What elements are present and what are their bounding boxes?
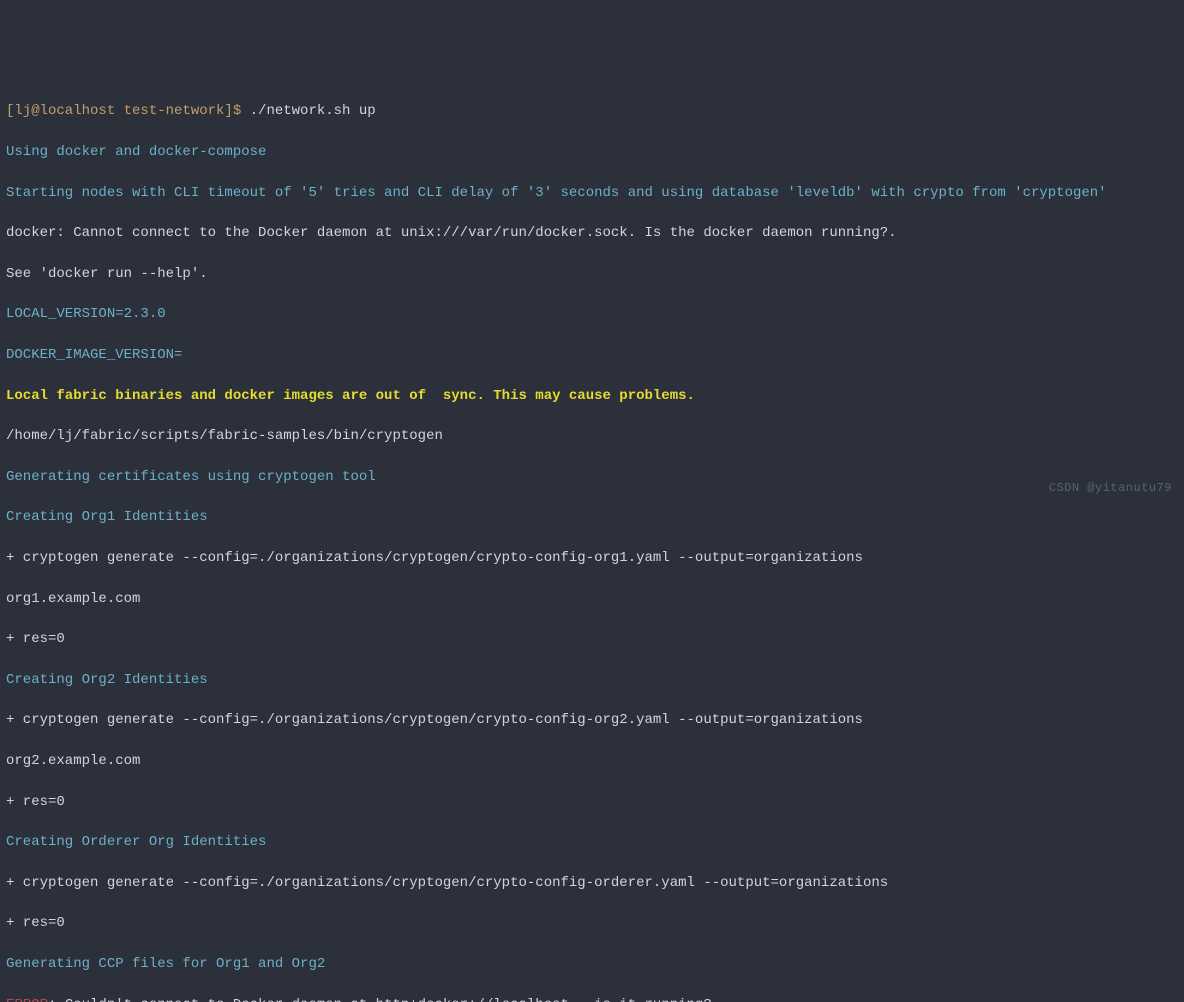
output-line: org1.example.com (6, 589, 1178, 609)
output-line: + res=0 (6, 629, 1178, 649)
output-line: + res=0 (6, 792, 1178, 812)
output-line: Starting nodes with CLI timeout of '5' t… (6, 183, 1178, 203)
error-line: ERROR: Couldn't connect to Docker daemon… (6, 995, 1178, 1002)
terminal-output[interactable]: [lj@localhost test-network]$ ./network.s… (6, 81, 1178, 1002)
output-line: See 'docker run --help'. (6, 264, 1178, 284)
output-line: + cryptogen generate --config=./organiza… (6, 548, 1178, 568)
output-line: Creating Org1 Identities (6, 507, 1178, 527)
command: ./network.sh up (250, 103, 376, 119)
error-text: : Couldn't connect to Docker daemon at h… (48, 997, 712, 1002)
watermark: CSDN @yitanutu79 (1049, 480, 1172, 497)
output-line: + res=0 (6, 913, 1178, 933)
output-line: Generating CCP files for Org1 and Org2 (6, 954, 1178, 974)
output-line: Using docker and docker-compose (6, 142, 1178, 162)
prompt: [lj@localhost test-network]$ (6, 103, 250, 119)
output-line: LOCAL_VERSION=2.3.0 (6, 304, 1178, 324)
output-line: DOCKER_IMAGE_VERSION= (6, 345, 1178, 365)
warning-line: Local fabric binaries and docker images … (6, 386, 1178, 406)
output-line: Creating Orderer Org Identities (6, 832, 1178, 852)
output-line: + cryptogen generate --config=./organiza… (6, 873, 1178, 893)
prompt-line: [lj@localhost test-network]$ ./network.s… (6, 101, 1178, 121)
output-line: + cryptogen generate --config=./organiza… (6, 710, 1178, 730)
output-line: Generating certificates using cryptogen … (6, 467, 1178, 487)
output-line: Creating Org2 Identities (6, 670, 1178, 690)
output-line: /home/lj/fabric/scripts/fabric-samples/b… (6, 426, 1178, 446)
output-line: org2.example.com (6, 751, 1178, 771)
output-line: docker: Cannot connect to the Docker dae… (6, 223, 1178, 243)
error-label: ERROR (6, 997, 48, 1002)
